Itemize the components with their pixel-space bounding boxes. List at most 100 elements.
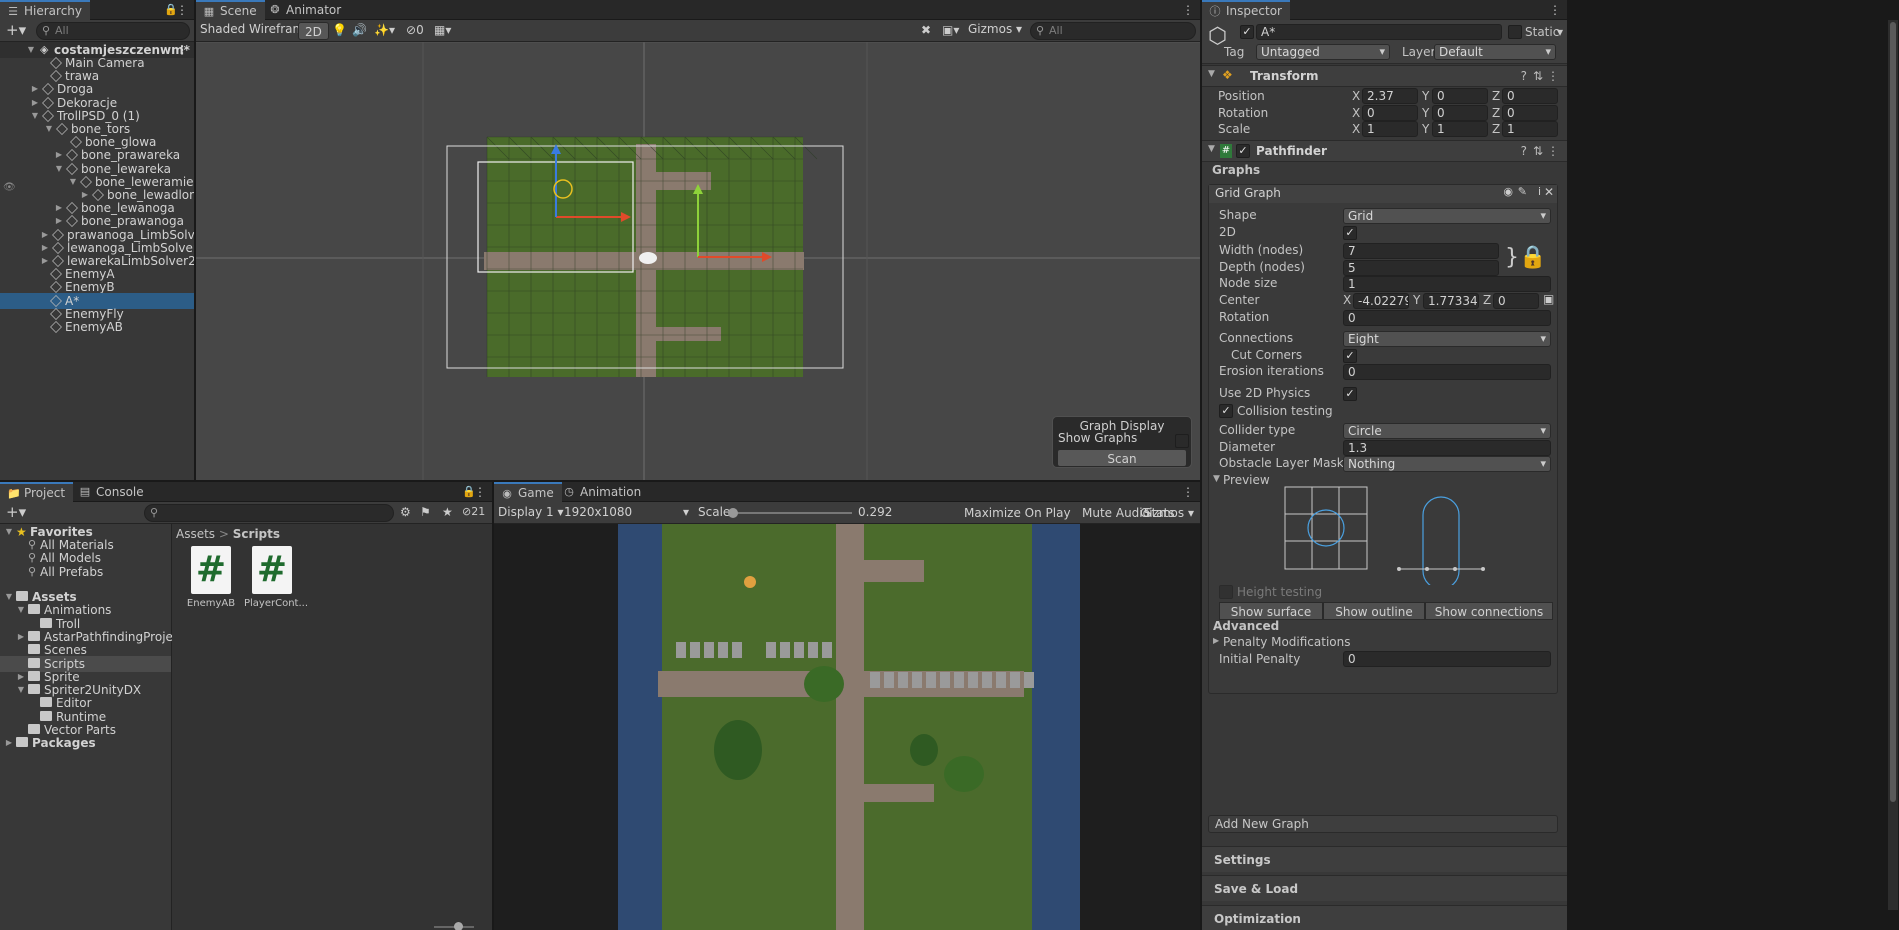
axis-x-label[interactable]: X <box>1343 293 1351 307</box>
static-checkbox[interactable] <box>1508 25 1522 39</box>
close-icon[interactable]: ✕ <box>1544 185 1554 199</box>
grid-graph-header[interactable]: Grid Graph ◉ ✎ i ✕ <box>1209 185 1557 203</box>
filter-type-icon[interactable]: ⚙ <box>400 505 411 519</box>
game-viewport[interactable] <box>494 524 1200 930</box>
axis-x-label[interactable]: X <box>1352 122 1360 136</box>
project-folder-item[interactable]: ▶ Packages <box>0 735 171 751</box>
use2d-checkbox[interactable]: ✓ <box>1343 387 1357 401</box>
twod-checkbox[interactable]: ✓ <box>1343 226 1357 240</box>
axis-z-label[interactable]: Z <box>1483 293 1491 307</box>
lock-aspect-icon[interactable]: }🔒 <box>1505 243 1546 273</box>
gizmos-dropdown[interactable]: Gizmos ▾ <box>968 22 1022 36</box>
visibility-icon[interactable]: 👁 <box>3 182 16 193</box>
collider-type-dropdown[interactable]: Circle <box>1343 423 1551 439</box>
rotation-field[interactable]: 0 <box>1343 310 1551 326</box>
collision-testing-checkbox[interactable]: ✓ <box>1219 404 1233 418</box>
maximize-on-play-button[interactable]: Maximize On Play <box>958 504 1077 522</box>
snap-icon[interactable]: ▣ <box>1543 292 1554 306</box>
preset-icon[interactable]: ⇅ <box>1533 69 1543 83</box>
foldout-arrow-icon[interactable]: ▶ <box>1213 636 1219 645</box>
kebab-menu-icon[interactable]: ⋮ <box>474 482 486 502</box>
penalty-modifications-label[interactable]: Penalty Modifications <box>1223 635 1351 649</box>
transform-rotation-y-field[interactable]: 0 <box>1432 104 1488 121</box>
audio-icon[interactable]: 🔊 <box>352 23 367 37</box>
hidden-packages-icon[interactable]: ⊘21 <box>462 505 485 518</box>
edit-icon[interactable]: ✎ <box>1518 185 1527 198</box>
add-object-button[interactable]: +▾ <box>6 21 26 39</box>
kebab-menu-icon[interactable]: ⋮ <box>1182 0 1194 20</box>
transform-position-y-field[interactable]: 0 <box>1432 88 1488 104</box>
favorite-icon[interactable]: ★ <box>442 505 453 519</box>
help-icon[interactable]: ? <box>1521 144 1527 158</box>
tab-hierarchy[interactable]: ☰ Hierarchy <box>0 0 91 20</box>
settings-section[interactable]: Settings <box>1202 846 1567 872</box>
center-z-field[interactable]: 0 <box>1493 293 1539 309</box>
breadcrumb-assets[interactable]: Assets <box>176 527 215 541</box>
scan-button[interactable]: Scan <box>1057 449 1187 467</box>
initial-penalty-field[interactable]: 0 <box>1343 651 1551 667</box>
axis-x-label[interactable]: X <box>1352 89 1360 103</box>
display-dropdown[interactable]: Display 1 ▾ <box>498 505 564 519</box>
inspector-scrollbar[interactable] <box>1888 20 1898 910</box>
diameter-field[interactable]: 1.3 <box>1343 440 1551 456</box>
preset-icon[interactable]: ⇅ <box>1533 144 1543 158</box>
center-x-field[interactable]: -4.02279 <box>1353 293 1409 309</box>
add-new-graph-button[interactable]: Add New Graph <box>1208 815 1558 833</box>
kebab-menu-icon[interactable]: ⋮ <box>1547 144 1559 158</box>
scale-slider[interactable] <box>728 508 852 518</box>
project-search-input[interactable]: ⚲ <box>144 504 394 522</box>
erosion-field[interactable]: 0 <box>1343 364 1551 380</box>
save-load-section[interactable]: Save & Load <box>1202 875 1567 901</box>
info-icon[interactable]: i <box>1538 185 1541 198</box>
breadcrumb-scripts[interactable]: Scripts <box>233 527 280 541</box>
layer-dropdown[interactable]: Default <box>1434 44 1556 60</box>
transform-scale-z-field[interactable]: 1 <box>1502 121 1558 138</box>
transform-header[interactable]: ▼ ❖ Transform ? ⇅ ⋮ <box>1202 65 1567 87</box>
filter-label-icon[interactable]: ⚑ <box>420 505 431 519</box>
active-checkbox[interactable]: ✓ <box>1240 25 1254 39</box>
tab-inspector[interactable]: ⓘ Inspector <box>1202 0 1290 20</box>
depth-field[interactable]: 5 <box>1343 260 1499 276</box>
create-asset-button[interactable]: +▾ <box>6 503 26 521</box>
height-testing-checkbox[interactable] <box>1219 585 1233 599</box>
axis-y-label[interactable]: Y <box>1422 89 1429 103</box>
axis-y-label[interactable]: Y <box>1422 122 1429 136</box>
axis-y-label[interactable]: Y <box>1422 106 1429 120</box>
transform-position-x-field[interactable]: 2.37 <box>1362 88 1418 104</box>
grid-snap-icon[interactable]: ▦▾ <box>434 23 451 37</box>
transform-rotation-z-field[interactable]: 0 <box>1502 104 1558 121</box>
eye-icon[interactable]: ◉ <box>1503 185 1513 198</box>
hidden-objects-icon[interactable]: ⊘0 <box>406 23 424 37</box>
icon-size-slider[interactable] <box>434 922 474 930</box>
connections-dropdown[interactable]: Eight <box>1343 331 1551 347</box>
show-graphs-checkbox[interactable] <box>1175 434 1189 448</box>
camera-icon[interactable]: ▣▾ <box>942 23 959 37</box>
tag-dropdown[interactable]: Untagged <box>1256 44 1390 60</box>
asset-playercontroller[interactable]: # PlayerCont... <box>244 546 308 609</box>
optimization-section[interactable]: Optimization <box>1202 905 1567 930</box>
transform-scale-x-field[interactable]: 1 <box>1362 121 1418 138</box>
foldout-arrow-icon[interactable]: ▼ <box>1213 474 1220 484</box>
hierarchy-search-input[interactable]: ⚲ All <box>36 22 190 40</box>
axis-z-label[interactable]: Z <box>1492 106 1500 120</box>
resolution-dropdown[interactable]: 1920x1080 ▾ <box>564 505 689 519</box>
width-field[interactable]: 7 <box>1343 243 1499 259</box>
scene-viewport[interactable]: Graph Display Show Graphs Scan <box>196 42 1200 480</box>
static-dropdown-icon[interactable]: ▾ <box>1557 25 1563 39</box>
scale-slider-handle[interactable] <box>728 508 738 518</box>
tab-animation[interactable]: ◷ Animation <box>556 482 649 502</box>
cut-corners-checkbox[interactable]: ✓ <box>1343 349 1357 363</box>
kebab-menu-icon[interactable]: ⋮ <box>1182 482 1194 502</box>
tab-project[interactable]: 📁 Project <box>0 482 74 502</box>
transform-position-z-field[interactable]: 0 <box>1502 88 1558 104</box>
kebab-menu-icon[interactable]: ⋮ <box>1549 0 1561 20</box>
foldout-arrow-icon[interactable]: ▶ <box>4 735 14 751</box>
transform-rotation-x-field[interactable]: 0 <box>1362 104 1418 121</box>
tools-icon[interactable]: ✖ <box>921 23 931 37</box>
show-outline-button[interactable]: Show outline <box>1323 602 1425 620</box>
pathfinder-enabled-checkbox[interactable]: ✓ <box>1236 144 1250 158</box>
transform-scale-y-field[interactable]: 1 <box>1432 121 1488 138</box>
axis-x-label[interactable]: X <box>1352 106 1360 120</box>
tab-game[interactable]: ◉ Game <box>494 482 562 502</box>
help-icon[interactable]: ? <box>1521 69 1527 83</box>
